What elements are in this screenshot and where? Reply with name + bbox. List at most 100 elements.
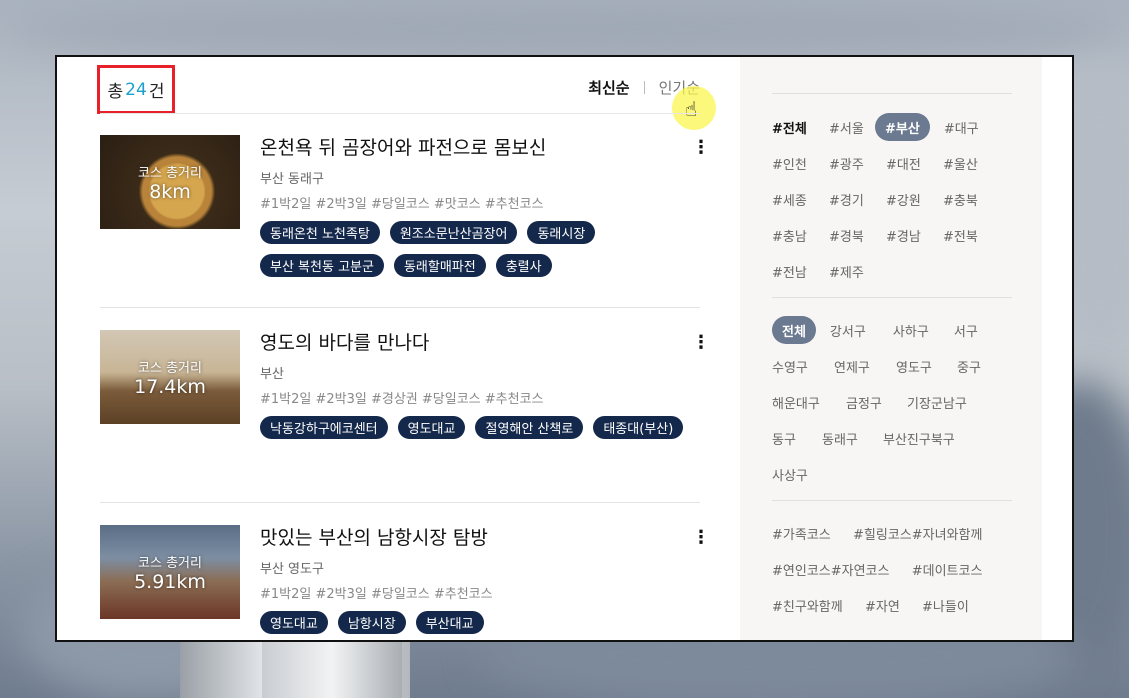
list-top-divider xyxy=(100,113,700,114)
course-title[interactable]: 영도의 바다를 만나다 xyxy=(260,328,429,355)
course-thumbnail[interactable]: 코스 총거리 5.91km xyxy=(100,525,240,619)
place-chips: 낙동강하구에코센터 영도대교 절영해안 산책로 태종대(부산) xyxy=(260,416,700,439)
place-chip[interactable]: 충렬사 xyxy=(495,254,552,277)
filter-sidebar: #전체 #서울 #부산 #대구 #인천 #광주 #대전 #울산 #세종 #경기 … xyxy=(740,57,1042,640)
distance-value: 8km xyxy=(149,180,191,203)
region-tags: #전체 #서울 #부산 #대구 #인천 #광주 #대전 #울산 #세종 #경기 … xyxy=(772,113,1012,293)
place-chips: 동래온천 노천족탕 원조소문난산곰장어 동래시장 부산 복천동 고분군 동래할매… xyxy=(260,221,700,277)
region-tag[interactable]: #전북 xyxy=(943,221,978,249)
place-chip[interactable]: 원조소문난산곰장어 xyxy=(389,221,518,244)
region-tag-all[interactable]: #전체 xyxy=(772,113,829,141)
course-hashtags: #1박2일 #2박3일 #경상권 #당일코스 #추천코스 xyxy=(260,392,544,407)
place-chip[interactable]: 부산대교 xyxy=(415,611,484,634)
total-count-number: 24 xyxy=(125,79,147,100)
distance-label: 코스 총거리 xyxy=(138,165,202,181)
place-chip[interactable]: 동래온천 노천족탕 xyxy=(260,221,380,244)
total-suffix: 건 xyxy=(148,82,165,102)
region-tag[interactable]: #충북 xyxy=(943,185,978,213)
course-list-panel: 총 24 건 최신순 인기순 ☝ 코스 총거리 8km 온천욕 뒤 곰장어와 파… xyxy=(57,57,740,640)
theme-tag[interactable]: #가족코스 xyxy=(772,519,853,547)
theme-tag[interactable]: #친구와함께 xyxy=(772,591,865,619)
hand-pointer-icon: ☝ xyxy=(685,97,698,121)
place-chips: 영도대교 남항시장 부산대교 xyxy=(260,611,700,634)
district-tag[interactable]: 서구 xyxy=(954,316,978,344)
theme-tag[interactable]: #자연 xyxy=(865,591,922,619)
district-tag[interactable]: 부산진구 xyxy=(883,424,931,452)
district-tag[interactable]: 강서구 xyxy=(830,316,893,344)
more-options-icon[interactable]: ⋮ xyxy=(692,139,710,157)
theme-tag[interactable]: #힐링코스 xyxy=(853,519,912,547)
course-title[interactable]: 맛있는 부산의 남항시장 탐방 xyxy=(260,523,488,550)
course-hashtags: #1박2일 #2박3일 #당일코스 #추천코스 xyxy=(260,587,493,602)
distance-label: 코스 총거리 xyxy=(138,555,202,571)
region-tag[interactable]: #제주 xyxy=(829,257,864,285)
theme-tag[interactable]: #데이트코스 xyxy=(912,555,983,583)
item-divider xyxy=(100,502,700,503)
distance-value: 5.91km xyxy=(134,570,206,593)
place-chip[interactable]: 동래시장 xyxy=(527,221,596,244)
course-thumbnail[interactable]: 코스 총거리 8km xyxy=(100,135,240,229)
district-tags: 전체 강서구 사하구 서구 수영구 연제구 영도구 중구 해운대구 금정구 기장… xyxy=(772,316,1012,496)
course-thumbnail[interactable]: 코스 총거리 17.4km xyxy=(100,330,240,424)
theme-tags: #가족코스 #힐링코스 #자녀와함께 #연인코스 #자연코스 #데이트코스 #친… xyxy=(772,519,1012,627)
item-divider xyxy=(100,307,700,308)
region-filter: #전체 #서울 #부산 #대구 #인천 #광주 #대전 #울산 #세종 #경기 … xyxy=(772,113,1012,293)
district-filter: 전체 강서구 사하구 서구 수영구 연제구 영도구 중구 해운대구 금정구 기장… xyxy=(772,316,1012,496)
district-tag[interactable]: 수영구 xyxy=(772,352,834,380)
district-tag-selected[interactable]: 전체 xyxy=(772,316,816,344)
district-tag[interactable]: 금정구 xyxy=(846,388,907,416)
region-tag[interactable]: #경남 xyxy=(886,221,943,249)
place-chip[interactable]: 영도대교 xyxy=(260,611,328,634)
region-tag[interactable]: #강원 xyxy=(886,185,943,213)
district-tag[interactable]: 연제구 xyxy=(834,352,896,380)
sidebar-divider xyxy=(772,297,1012,298)
region-tag[interactable]: #대구 xyxy=(944,113,979,141)
distance-value: 17.4km xyxy=(134,375,206,398)
region-tag[interactable]: #충남 xyxy=(772,221,829,249)
region-tag[interactable]: #대전 xyxy=(886,149,943,177)
theme-tag[interactable]: #자녀와함께 xyxy=(912,519,1005,547)
district-tag[interactable]: 남구 xyxy=(943,388,992,416)
district-tag[interactable]: 동구 xyxy=(772,424,822,452)
course-browser-window: 총 24 건 최신순 인기순 ☝ 코스 총거리 8km 온천욕 뒤 곰장어와 파… xyxy=(55,55,1074,642)
place-chip[interactable]: 태종대(부산) xyxy=(593,416,684,439)
place-chip[interactable]: 낙동강하구에코센터 xyxy=(260,416,388,439)
sidebar-divider xyxy=(772,93,1012,94)
region-tag[interactable]: #경북 xyxy=(829,221,886,249)
sidebar-divider xyxy=(772,500,1012,501)
more-options-icon[interactable]: ⋮ xyxy=(692,529,710,547)
region-tag[interactable]: #서울 xyxy=(829,113,875,141)
total-count: 총 24 건 xyxy=(97,65,175,114)
background-tower-rim xyxy=(262,635,402,698)
sort-latest[interactable]: 최신순 xyxy=(588,77,629,98)
district-tag[interactable]: 영도구 xyxy=(896,352,957,380)
place-chip[interactable]: 영도대교 xyxy=(397,416,466,439)
distance-label: 코스 총거리 xyxy=(138,360,202,376)
place-chip[interactable]: 남항시장 xyxy=(337,611,406,634)
region-tag-selected[interactable]: #부산 xyxy=(875,113,930,141)
course-title[interactable]: 온천욕 뒤 곰장어와 파전으로 몸보신 xyxy=(260,133,546,160)
place-chip[interactable]: 절영해안 산책로 xyxy=(475,416,584,439)
district-tag[interactable]: 북구 xyxy=(931,424,980,452)
more-options-icon[interactable]: ⋮ xyxy=(692,334,710,352)
district-tag[interactable]: 중구 xyxy=(957,352,981,380)
district-tag[interactable]: 해운대구 xyxy=(772,388,846,416)
place-chip[interactable]: 부산 복천동 고분군 xyxy=(260,254,384,277)
total-prefix: 총 xyxy=(107,82,124,102)
course-region: 부산 xyxy=(260,367,284,382)
place-chip[interactable]: 동래할매파전 xyxy=(393,254,486,277)
region-tag[interactable]: #전남 xyxy=(772,257,829,285)
course-hashtags: #1박2일 #2박3일 #당일코스 #맛코스 #추천코스 xyxy=(260,197,544,212)
district-tag[interactable]: 기장군 xyxy=(907,388,943,416)
theme-tag[interactable]: #나들이 xyxy=(922,591,969,619)
district-tag[interactable]: 사하구 xyxy=(893,316,954,344)
theme-tag[interactable]: #연인코스 xyxy=(772,555,831,583)
district-tag[interactable]: 동래구 xyxy=(822,424,883,452)
region-tag[interactable]: #울산 xyxy=(943,149,978,177)
theme-tag[interactable]: #자연코스 xyxy=(831,555,912,583)
district-tag[interactable]: 사상구 xyxy=(772,460,808,488)
region-tag[interactable]: #세종 xyxy=(772,185,829,213)
region-tag[interactable]: #인천 xyxy=(772,149,829,177)
region-tag[interactable]: #경기 xyxy=(829,185,886,213)
region-tag[interactable]: #광주 xyxy=(829,149,886,177)
